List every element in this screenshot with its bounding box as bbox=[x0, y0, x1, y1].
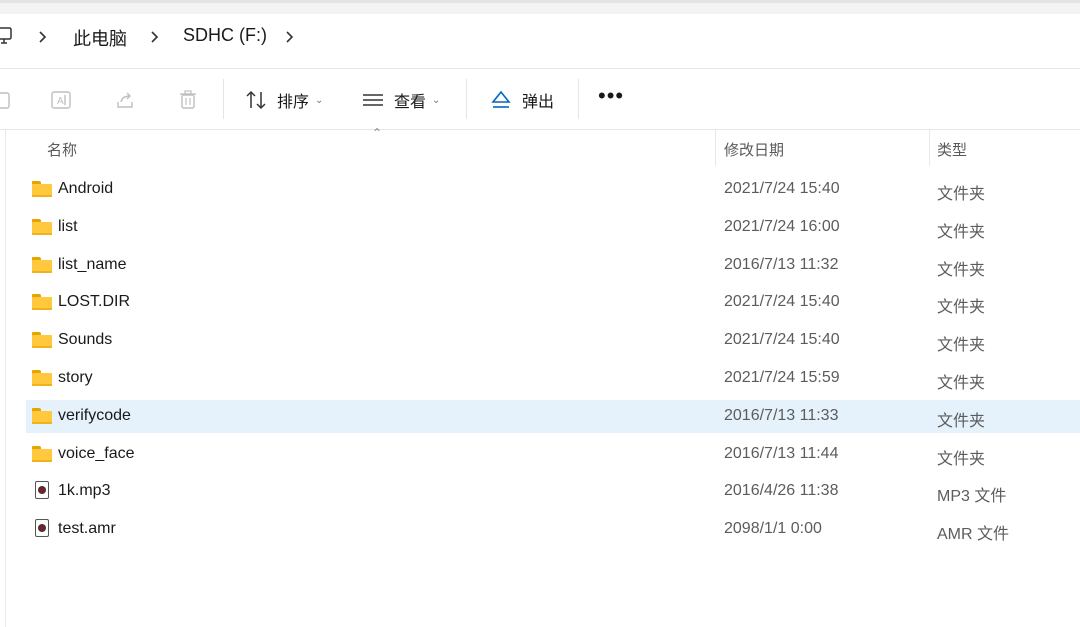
media-file-icon bbox=[32, 481, 52, 500]
folder-icon bbox=[32, 181, 52, 197]
file-name[interactable]: Android bbox=[58, 180, 113, 198]
sort-ascending-icon: ⌃ bbox=[372, 126, 383, 140]
view-label: 查看 bbox=[394, 94, 427, 111]
eject-icon bbox=[491, 90, 511, 108]
eject-label: 弹出 bbox=[522, 94, 555, 111]
this-pc-icon[interactable] bbox=[0, 26, 14, 46]
folder-icon bbox=[32, 332, 52, 349]
folder-icon bbox=[32, 370, 52, 386]
file-row[interactable]: verifycode 2016/7/13 11:33 文件夹 bbox=[26, 399, 1080, 433]
column-header-name[interactable]: 名称 bbox=[47, 139, 77, 160]
toolbar-divider bbox=[578, 79, 579, 119]
chevron-down-icon: ⌄ bbox=[315, 94, 324, 106]
folder-icon bbox=[32, 407, 52, 424]
media-file-icon bbox=[32, 519, 52, 538]
file-modified-date: 2098/1/1 0:00 bbox=[724, 520, 822, 538]
file-name[interactable]: 1k.mp3 bbox=[58, 482, 110, 500]
file-row[interactable]: 1k.mp3 2016/4/26 11:38 MP3 文件 bbox=[26, 475, 1080, 508]
file-type: 文件夹 bbox=[937, 261, 986, 279]
file-row[interactable]: list_name 2016/7/13 11:32 文件夹 bbox=[26, 249, 1080, 282]
folder-icon bbox=[32, 218, 52, 235]
file-name[interactable]: story bbox=[58, 369, 93, 387]
file-name[interactable]: test.amr bbox=[58, 520, 116, 538]
file-modified-date: 2021/7/24 15:59 bbox=[724, 369, 840, 386]
address-bar[interactable]: 此电脑 SDHC (F:) bbox=[0, 14, 1080, 68]
chevron-down-icon: ⌄ bbox=[432, 94, 441, 106]
column-divider[interactable] bbox=[715, 130, 716, 166]
file-modified-date: 2016/7/13 11:32 bbox=[724, 255, 839, 273]
file-name[interactable]: Sounds bbox=[58, 331, 112, 349]
column-header-type[interactable]: 类型 bbox=[937, 139, 967, 160]
pane-divider bbox=[5, 130, 6, 627]
file-row[interactable]: voice_face 2016/7/13 11:44 文件夹 bbox=[26, 438, 1080, 471]
file-row[interactable]: Sounds 2021/7/24 15:40 文件夹 bbox=[26, 324, 1080, 357]
breadcrumb-sdhc-drive[interactable]: SDHC (F:) bbox=[183, 25, 267, 46]
file-name[interactable]: voice_face bbox=[58, 445, 135, 463]
delete-icon[interactable] bbox=[177, 89, 199, 111]
file-modified-date: 2021/7/24 15:40 bbox=[724, 180, 840, 197]
sort-button[interactable]: 排序 ⌄ bbox=[245, 83, 323, 117]
file-row[interactable]: test.amr 2098/1/1 0:00 AMR 文件 bbox=[26, 513, 1080, 546]
chevron-right-icon[interactable] bbox=[284, 27, 296, 47]
file-type: 文件夹 bbox=[937, 450, 986, 468]
svg-text:A: A bbox=[57, 96, 64, 107]
toolbar-divider bbox=[223, 79, 224, 119]
file-type: 文件夹 bbox=[937, 186, 986, 203]
column-header-row: ⌃ 名称 修改日期 类型 bbox=[0, 126, 1080, 170]
file-row[interactable]: story 2021/7/24 15:59 文件夹 bbox=[26, 362, 1080, 395]
sort-icon bbox=[246, 90, 266, 110]
eject-button[interactable]: 弹出 bbox=[490, 83, 554, 117]
folder-icon bbox=[32, 181, 52, 197]
file-modified-date: 2021/7/24 15:40 bbox=[724, 331, 840, 349]
view-button[interactable]: 查看 ⌄ bbox=[362, 83, 440, 117]
file-type: 文件夹 bbox=[937, 337, 986, 355]
file-modified-date: 2021/7/24 15:40 bbox=[724, 293, 840, 311]
share-icon[interactable] bbox=[114, 89, 136, 111]
file-type: 文件夹 bbox=[937, 375, 986, 392]
file-list: ⌃ 名称 修改日期 类型 Android 2021/7/24 15:40 文件夹 li… bbox=[0, 126, 1080, 627]
toolbar-divider bbox=[466, 79, 467, 119]
file-modified-date: 2021/7/24 16:00 bbox=[724, 217, 840, 235]
file-type: MP3 文件 bbox=[937, 488, 1007, 506]
file-type: 文件夹 bbox=[937, 412, 986, 430]
folder-icon bbox=[32, 370, 52, 386]
file-modified-date: 2016/4/26 11:38 bbox=[724, 482, 839, 500]
file-type: AMR 文件 bbox=[937, 526, 1010, 544]
column-divider[interactable] bbox=[929, 130, 930, 166]
title-strip bbox=[0, 3, 1080, 14]
file-modified-date: 2016/7/13 11:44 bbox=[724, 444, 839, 462]
folder-icon bbox=[32, 407, 52, 424]
column-header-modified[interactable]: 修改日期 bbox=[724, 139, 784, 160]
media-file-icon bbox=[35, 519, 49, 538]
rename-icon[interactable]: A bbox=[50, 89, 72, 111]
breadcrumb-this-pc[interactable]: 此电脑 bbox=[73, 25, 127, 51]
chevron-right-icon[interactable] bbox=[37, 27, 49, 47]
folder-icon bbox=[32, 332, 52, 349]
media-file-icon bbox=[35, 481, 49, 500]
folder-icon bbox=[32, 445, 52, 462]
file-name[interactable]: verifycode bbox=[58, 407, 131, 425]
paste-icon[interactable] bbox=[0, 89, 16, 111]
command-bar: A 排序 ⌄ 查看 ⌄ 弹出 ••• bbox=[0, 68, 1080, 130]
folder-icon bbox=[32, 256, 52, 273]
file-name[interactable]: LOST.DIR bbox=[58, 293, 130, 311]
folder-icon bbox=[32, 445, 52, 462]
file-row[interactable]: LOST.DIR 2021/7/24 15:40 文件夹 bbox=[26, 286, 1080, 319]
file-name[interactable]: list_name bbox=[58, 256, 126, 274]
folder-icon bbox=[32, 294, 52, 311]
view-list-icon bbox=[363, 94, 383, 106]
chevron-right-icon[interactable] bbox=[149, 27, 161, 47]
folder-icon bbox=[32, 294, 52, 311]
more-options-icon[interactable]: ••• bbox=[598, 85, 624, 107]
sort-label: 排序 bbox=[277, 94, 310, 111]
file-row[interactable]: list 2021/7/24 16:00 文件夹 bbox=[26, 211, 1080, 244]
file-name[interactable]: list bbox=[58, 218, 78, 236]
file-modified-date: 2016/7/13 11:33 bbox=[724, 406, 839, 424]
folder-icon bbox=[32, 218, 52, 235]
file-type: 文件夹 bbox=[937, 223, 986, 241]
file-row[interactable]: Android 2021/7/24 15:40 文件夹 bbox=[26, 173, 1080, 206]
file-type: 文件夹 bbox=[937, 299, 986, 317]
folder-icon bbox=[32, 256, 52, 273]
